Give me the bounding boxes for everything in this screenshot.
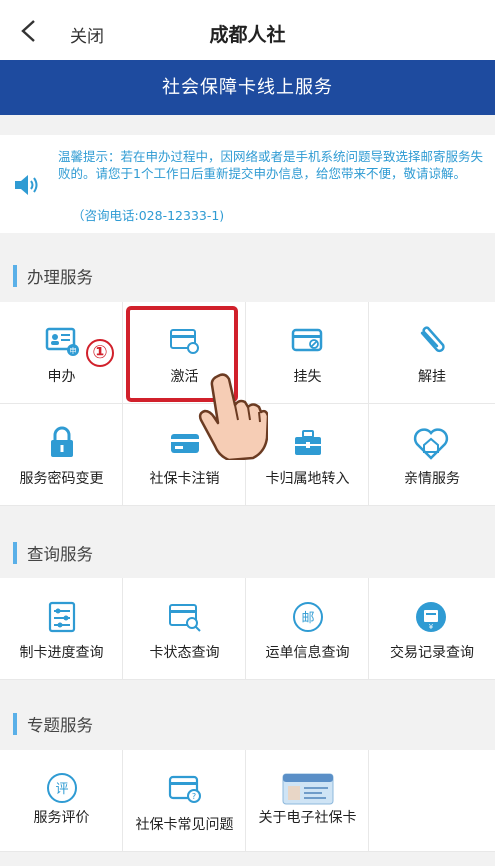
grid-item-label: 运单信息查询: [265, 645, 350, 661]
grid-item-label: 申办: [47, 369, 76, 385]
e-card-image-icon: [282, 773, 334, 805]
grid-item-label: 制卡进度查询: [19, 645, 104, 661]
briefcase-icon: [295, 430, 321, 455]
post-circle-icon: 邮: [293, 602, 323, 632]
paperclip-icon: [420, 326, 445, 353]
card-question-icon: ?: [168, 775, 201, 803]
pointing-hand-icon: [198, 373, 268, 460]
grid-item-card-faq[interactable]: ? 社保卡常见问题: [123, 750, 246, 852]
grid-item-label: 服务密码变更: [19, 471, 104, 487]
svg-text:邮: 邮: [301, 611, 314, 626]
grid-item-label: 卡归属地转入: [265, 471, 350, 487]
grid-item-evaluate[interactable]: 评 服务评价: [0, 750, 123, 852]
grid-item-label: 社保卡注销: [149, 471, 220, 487]
svg-text:申: 申: [70, 346, 77, 355]
grid-item-label: 社保卡常见问题: [135, 817, 234, 833]
card-loss-icon: [291, 328, 323, 352]
special-grid: 评 服务评价 ? 社保卡常见问题 关于电子社保卡: [0, 750, 495, 852]
progress-sliders-icon: [48, 601, 76, 633]
grid-item-empty: [369, 750, 495, 852]
grid-item-label: 关于电子社保卡: [258, 810, 357, 826]
grid-item-transactions[interactable]: ¥ 交易记录查询: [369, 578, 495, 680]
grid-item-label: 交易记录查询: [390, 645, 474, 661]
section-title: 办理服务: [27, 268, 93, 287]
section-header-query: 查询服务: [0, 529, 495, 575]
notice-phone: （咨询电话:028-12333-1): [72, 208, 225, 223]
grid-item-label: 亲情服务: [404, 471, 460, 487]
grid-item-waybill[interactable]: 邮 运单信息查询: [246, 578, 369, 680]
card-search-icon: [169, 604, 201, 632]
notice-text: 温馨提示：若在申办过程中，因网络或者是手机系统问题导致选择邮寄服务失败的。请您于…: [58, 149, 484, 181]
svg-text:评: 评: [55, 782, 68, 797]
grid-item-password-change[interactable]: 服务密码变更: [0, 404, 123, 506]
section-title: 专题服务: [27, 716, 93, 735]
svg-text:¥: ¥: [429, 623, 434, 631]
grid-item-unlock[interactable]: 解挂: [369, 302, 495, 404]
section-header-handle: 办理服务: [0, 252, 495, 298]
top-nav-bar: 关闭 成都人社: [0, 0, 495, 60]
section-accent-bar: [13, 713, 17, 735]
speaker-icon: [15, 175, 38, 195]
query-grid: 制卡进度查询 卡状态查询 邮 运单信息查询 ¥ 交易记录查询: [0, 578, 495, 680]
grid-item-label: 卡状态查询: [149, 645, 220, 661]
house-heart-icon: [413, 428, 449, 460]
step-number-badge: ①: [86, 339, 114, 367]
section-title: 查询服务: [27, 545, 93, 564]
grid-item-card-status[interactable]: 卡状态查询: [123, 578, 246, 680]
page-title: 成都人社: [209, 24, 286, 46]
service-banner: 社会保障卡线上服务: [0, 60, 495, 115]
section-header-special: 专题服务: [0, 700, 495, 746]
lock-icon: [51, 426, 73, 457]
grid-item-e-card[interactable]: 关于电子社保卡: [246, 750, 369, 852]
section-accent-bar: [13, 265, 17, 287]
transaction-icon: ¥: [416, 602, 446, 632]
svg-text:?: ?: [192, 792, 196, 801]
grid-item-label: 解挂: [418, 369, 446, 385]
id-card-apply-icon: 申: [45, 327, 79, 356]
grid-item-family-service[interactable]: 亲情服务: [369, 404, 495, 506]
grid-item-label: 服务评价: [33, 810, 90, 826]
section-accent-bar: [13, 542, 17, 564]
grid-item-card-progress[interactable]: 制卡进度查询: [0, 578, 123, 680]
evaluate-icon: 评: [47, 773, 77, 803]
